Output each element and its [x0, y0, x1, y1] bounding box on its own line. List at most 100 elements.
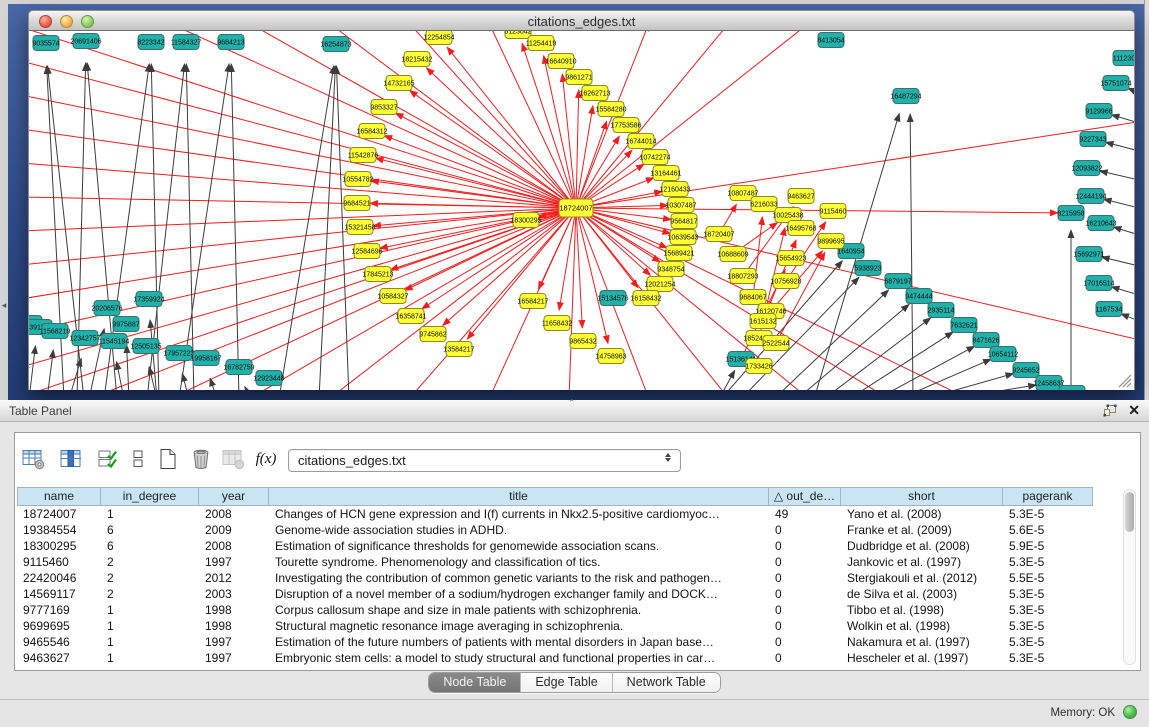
graph-node[interactable]: 9899695	[817, 234, 844, 249]
graph-node[interactable]: 6216033	[750, 197, 777, 212]
graph-node[interactable]: 1112305	[1113, 51, 1134, 66]
graph-node[interactable]: 9865432	[569, 334, 596, 349]
new-column-button[interactable]	[153, 443, 183, 475]
graph-node[interactable]: 1733426	[745, 359, 772, 374]
column-header-pagerank[interactable]: pagerank	[1003, 487, 1093, 506]
graph-node[interactable]: 8215958	[1057, 206, 1084, 221]
float-panel-icon[interactable]	[1103, 404, 1117, 422]
graph-node[interactable]: 10654112	[988, 347, 1019, 362]
table-row[interactable]: 946362711997Embryonic stem cells: a mode…	[17, 650, 1093, 666]
graph-node[interactable]: 18215432	[401, 52, 432, 67]
graph-node[interactable]: 2522544	[762, 336, 789, 351]
graph-node[interactable]: 15654923	[775, 251, 806, 266]
table-row[interactable]: 977716911998Corpus callosum shape and si…	[17, 602, 1093, 618]
graph-node[interactable]: 12021254	[644, 277, 675, 292]
graph-node[interactable]: 16584296	[1056, 386, 1087, 391]
tab-edge-table[interactable]: Edge Table	[520, 673, 611, 692]
graph-node[interactable]: 10742274	[639, 150, 670, 165]
graph-node[interactable]: 12923448	[253, 371, 284, 386]
graph-node[interactable]: 9348754	[657, 262, 684, 277]
graph-node[interactable]: 12444194	[1075, 189, 1106, 204]
graph-node[interactable]: 20691406	[70, 34, 101, 49]
table-row[interactable]: 1938455462009Genome-wide association stu…	[17, 522, 1093, 538]
graph-node[interactable]: 9129966	[1085, 104, 1112, 119]
memory-status-indicator[interactable]	[1123, 705, 1137, 719]
graph-node[interactable]: 10688609	[717, 247, 748, 262]
graph-node[interactable]: 15692971	[1073, 247, 1104, 262]
graph-node[interactable]: 14758963	[595, 349, 626, 364]
column-header-title[interactable]: title	[269, 487, 769, 506]
graph-node[interactable]: 12254854	[423, 31, 454, 45]
show-columns-button[interactable]	[56, 443, 86, 475]
column-header-short[interactable]: short	[841, 487, 1003, 506]
graph-node[interactable]: 11542876	[348, 148, 379, 163]
graph-node[interactable]: 18300295	[510, 213, 541, 228]
graph-node[interactable]: 9227343	[1079, 132, 1106, 147]
splitter-handle-icon[interactable]: ⌃	[568, 398, 576, 409]
graph-node[interactable]: 17016514	[1083, 276, 1114, 291]
graph-node[interactable]: 18720407	[703, 227, 734, 242]
graph-node[interactable]: 12342757	[69, 331, 100, 346]
graph-node[interactable]: 16640910	[545, 54, 576, 69]
graph-node[interactable]: 10307487	[665, 198, 696, 213]
graph-node[interactable]: 11254419	[526, 36, 557, 51]
close-panel-icon[interactable]: ✕	[1128, 402, 1140, 419]
graph-node[interactable]: 16584217	[517, 294, 548, 309]
graph-node[interactable]: 9745862	[419, 327, 446, 342]
graph-node[interactable]: 9035574	[32, 36, 59, 51]
table-row[interactable]: 911546021997Tourette syndrome. Phenomeno…	[17, 554, 1093, 570]
graph-node[interactable]: 11658432	[542, 316, 573, 331]
table-row[interactable]: 1872400712008Changes of HCN gene express…	[17, 506, 1093, 522]
network-graph-svg[interactable]: 9035574206914068223342115843279684213162…	[29, 31, 1134, 390]
column-header-out_de[interactable]: △ out_de…	[769, 487, 841, 506]
graph-node[interactable]: 16358741	[395, 309, 426, 324]
graph-node[interactable]: 15321458	[344, 220, 375, 235]
graph-node[interactable]: 15584280	[595, 102, 626, 117]
graph-node[interactable]: 18724007	[559, 199, 593, 217]
graph-node[interactable]: 8223342	[137, 35, 164, 50]
graph-node[interactable]: 12584696	[351, 244, 382, 259]
graph-node[interactable]: 13164461	[650, 166, 681, 181]
graph-node[interactable]: 9564817	[670, 214, 697, 229]
select-columns-button[interactable]	[93, 443, 123, 475]
graph-node[interactable]: 12093822	[1071, 161, 1102, 176]
graph-node[interactable]: 11584327	[171, 35, 202, 50]
graph-node[interactable]: 12160433	[659, 182, 690, 197]
import-table-button-disabled[interactable]	[219, 443, 249, 475]
table-row[interactable]: 946554611997Estimation of the future num…	[17, 634, 1093, 650]
graph-node[interactable]: 9474444	[905, 289, 932, 304]
graph-node[interactable]: 11568219	[40, 324, 71, 339]
column-header-year[interactable]: year	[199, 487, 269, 506]
graph-node[interactable]: 16584312	[356, 124, 387, 139]
table-row[interactable]: 1830029562008Estimation of significance …	[17, 538, 1093, 554]
table-vertical-scrollbar[interactable]	[1123, 489, 1136, 665]
graph-node[interactable]: 9115460	[820, 204, 847, 219]
graph-node[interactable]: 15751074	[1100, 76, 1131, 91]
graph-node[interactable]: 6879197	[884, 274, 911, 289]
graph-node[interactable]: 17359924	[133, 292, 164, 307]
graph-node[interactable]: 14732165	[383, 76, 414, 91]
graph-node[interactable]: 16210643	[1085, 216, 1116, 231]
graph-node[interactable]: 12505135	[130, 339, 161, 354]
graph-node[interactable]: 17753586	[610, 118, 641, 133]
graph-node[interactable]: 7632621	[950, 318, 977, 333]
graph-node[interactable]: 2935114	[928, 303, 955, 318]
graph-node[interactable]: 13584217	[443, 342, 474, 357]
graph-node[interactable]: 8413054	[817, 33, 844, 48]
graph-node[interactable]: 16782759	[223, 360, 254, 375]
delete-columns-button[interactable]	[186, 443, 216, 475]
graph-node[interactable]: 9861271	[565, 70, 592, 85]
table-row[interactable]: 969969511998Structural magnetic resonanc…	[17, 618, 1093, 634]
toggle-rows-button[interactable]	[123, 443, 153, 475]
graph-node[interactable]: 5938923	[854, 261, 881, 276]
graph-node[interactable]: 9684067	[739, 290, 766, 305]
graph-node[interactable]: 18807293	[727, 269, 758, 284]
graph-node[interactable]: 9684521	[343, 196, 370, 211]
table-row[interactable]: 1456911722003Disruption of a novel membe…	[17, 586, 1093, 602]
graph-node[interactable]: 10756928	[770, 274, 801, 289]
graph-node[interactable]: 8471626	[972, 333, 999, 348]
graph-node[interactable]: 16744014	[625, 134, 656, 149]
graph-node[interactable]: 16262713	[579, 86, 610, 101]
scrollbar-thumb[interactable]	[1125, 492, 1134, 532]
tab-node-table[interactable]: Node Table	[429, 673, 520, 692]
